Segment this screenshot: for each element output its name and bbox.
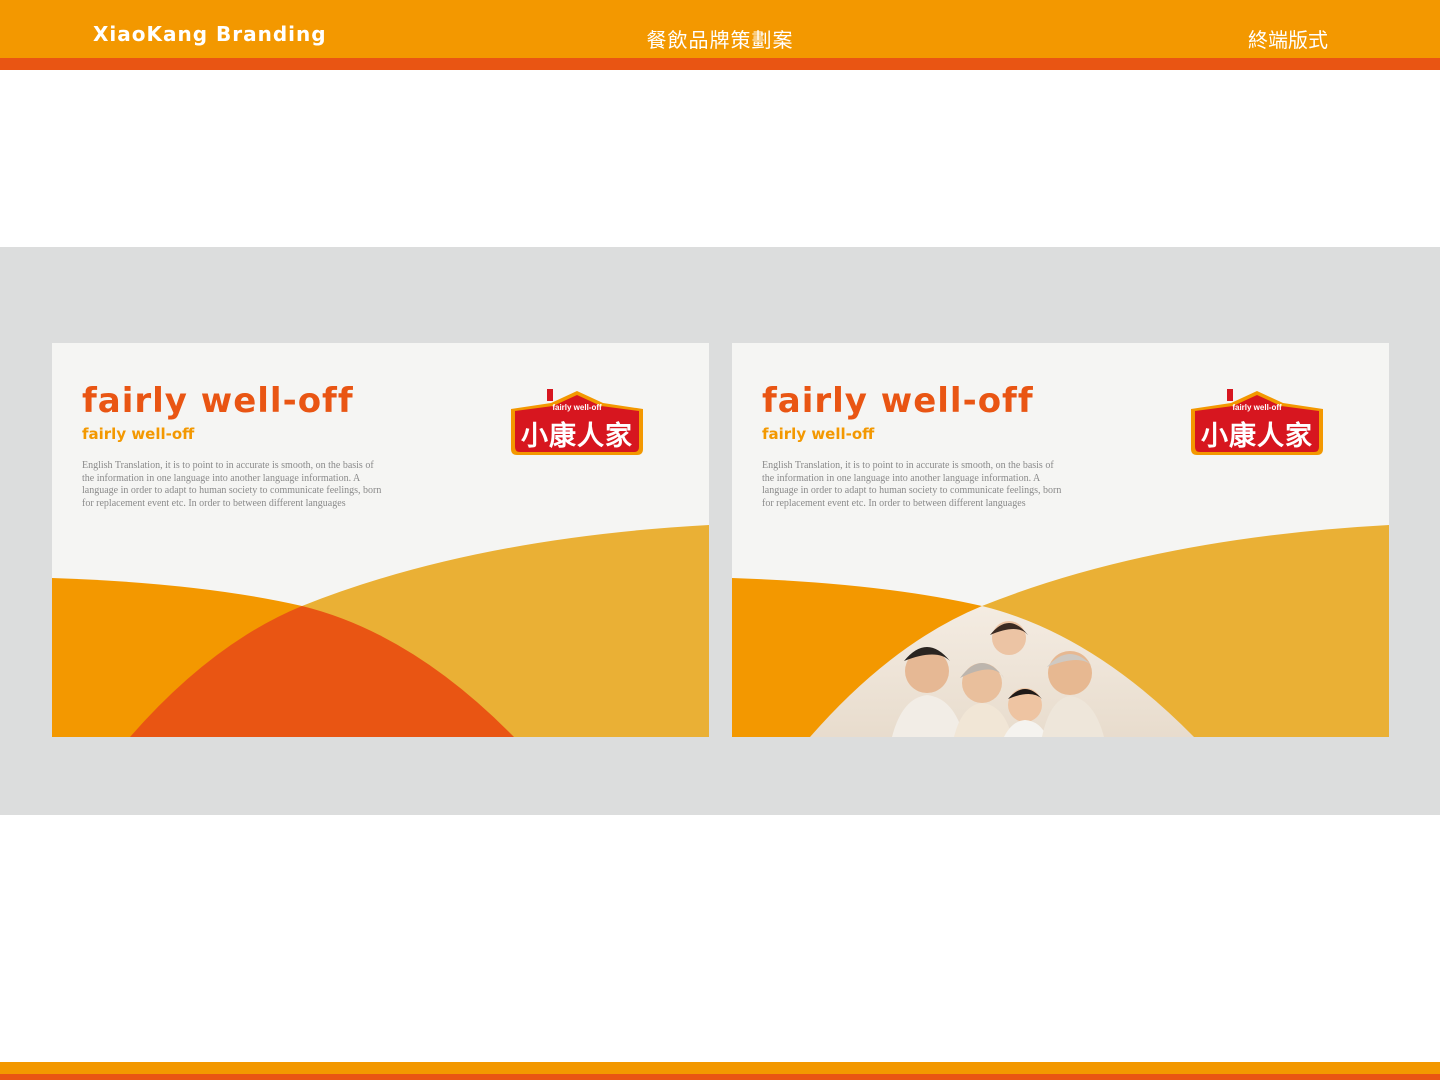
- logo-english: fairly well-off: [1232, 403, 1282, 412]
- footer-stripe-red: [0, 1074, 1440, 1080]
- logo-chinese: 小康人家: [521, 421, 633, 452]
- card-heading: fairly well-off: [82, 381, 354, 421]
- brand-logo: fairly well-off 小康人家: [507, 387, 647, 457]
- card-body-text: English Translation, it is to point to i…: [762, 460, 1062, 509]
- design-card-photo: fairly well-off fairly well-off English …: [732, 343, 1389, 737]
- design-card-plain: fairly well-off fairly well-off English …: [52, 343, 709, 737]
- logo-english: fairly well-off: [552, 403, 602, 412]
- section-title: 終端版式: [1248, 28, 1328, 52]
- brand-logo: fairly well-off 小康人家: [1187, 387, 1327, 457]
- card-subheading: fairly well-off: [762, 425, 875, 443]
- page-title: 餐飲品牌策劃案: [646, 28, 794, 52]
- header-bar: XiaoKang Branding 餐飲品牌策劃案 終端版式: [0, 0, 1440, 58]
- card-body-text: English Translation, it is to point to i…: [82, 460, 382, 509]
- card-heading: fairly well-off: [762, 381, 1034, 421]
- logo-chinese: 小康人家: [1201, 421, 1313, 452]
- footer-stripe-orange: [0, 1062, 1440, 1074]
- header-stripe: [0, 58, 1440, 70]
- card-subheading: fairly well-off: [82, 425, 195, 443]
